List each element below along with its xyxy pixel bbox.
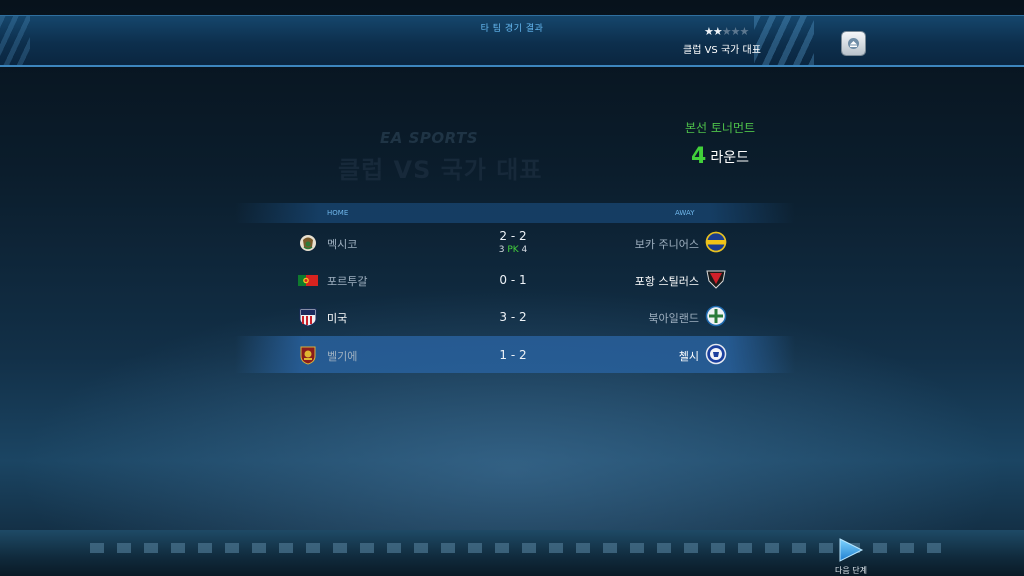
- home-team-name: 벨기에: [327, 350, 358, 363]
- screen-title: 타 팀 경기 결과: [480, 24, 544, 34]
- penalty-score: 3 PK 4: [463, 245, 563, 255]
- away-column-header: AWAY: [675, 209, 695, 217]
- away-team-name: 첼시: [678, 350, 699, 363]
- play-arrow-icon: [839, 538, 864, 562]
- home-button[interactable]: [842, 32, 865, 55]
- home-team-name: 포르투갈: [327, 275, 368, 288]
- watermark-title: 클럽 VS 국가 대표: [338, 156, 543, 184]
- round-label: 라운드: [710, 149, 749, 166]
- table-row[interactable]: 포르투갈 0 - 1 포항 스틸러스: [235, 261, 795, 298]
- star-empty-icon: ★: [739, 25, 750, 38]
- penalty-home: 3: [498, 245, 505, 255]
- boca-juniors-crest-icon: [705, 231, 727, 253]
- round-indicator: 4 라운드: [660, 144, 780, 169]
- penalty-label: PK: [507, 245, 519, 255]
- star-filled-icon: ★: [712, 25, 723, 38]
- belgium-crest-icon: [300, 346, 316, 365]
- away-team-name: 북아일랜드: [648, 312, 699, 325]
- star-empty-icon: ★: [721, 25, 732, 38]
- mexico-flag-icon: [300, 235, 316, 251]
- home-team-name: 미국: [327, 312, 348, 325]
- stadium-seats-decoration: [90, 543, 950, 553]
- penalty-away: 4: [521, 245, 528, 255]
- tournament-stage-label: 본선 토너먼트: [684, 121, 756, 135]
- home-icon: [848, 38, 859, 49]
- mode-label: 클럽 VS 국가 대표: [683, 45, 761, 56]
- difficulty-stars: ★★★★★: [704, 25, 750, 38]
- northern-ireland-crest-icon: [705, 305, 727, 327]
- next-step-label[interactable]: 다음 단계: [826, 565, 876, 576]
- table-row[interactable]: 미국 3 - 2 북아일랜드: [235, 298, 795, 335]
- top-bar: 타 팀 경기 결과 ★★★★★ 클럽 VS 국가 대표: [0, 15, 1024, 67]
- home-column-header: HOME: [327, 209, 349, 217]
- round-number: 4: [691, 144, 707, 169]
- portugal-flag-icon: [298, 275, 318, 286]
- home-team-name: 멕시코: [327, 238, 358, 251]
- match-score: 0 - 1: [499, 273, 527, 287]
- usa-crest-icon: [299, 308, 317, 327]
- away-team-name: 포항 스틸러스: [634, 275, 699, 288]
- ea-sports-logo: EA SPORTS: [380, 129, 479, 147]
- results-table-header: HOME AWAY: [235, 203, 795, 223]
- chelsea-crest-icon: [705, 343, 727, 365]
- match-score: 1 - 2: [499, 348, 527, 362]
- table-row-selected[interactable]: 벨기에 1 - 2 첼시: [235, 336, 795, 373]
- away-team-name: 보카 주니어스: [634, 238, 699, 251]
- table-row[interactable]: 멕시코 2 - 2 3 PK 4 보카 주니어스: [235, 224, 795, 261]
- next-step-button[interactable]: [836, 537, 866, 563]
- match-score: 3 - 2: [499, 310, 527, 324]
- star-empty-icon: ★: [730, 25, 741, 38]
- star-filled-icon: ★: [704, 25, 714, 38]
- match-score: 2 - 2: [499, 229, 527, 243]
- pohang-steelers-crest-icon: [706, 270, 726, 289]
